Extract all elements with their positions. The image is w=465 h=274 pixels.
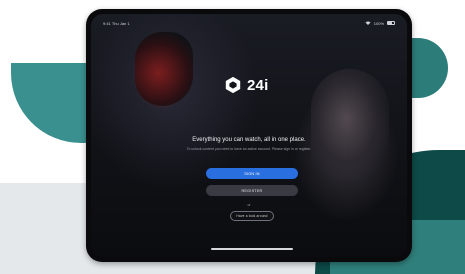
- or-separator: or: [247, 203, 251, 207]
- battery-percentage: 100%: [373, 20, 384, 26]
- welcome-subline: To unlock content you need to have an ac…: [186, 147, 312, 151]
- welcome-headline: Everything you can watch, all in one pla…: [192, 137, 306, 143]
- register-button[interactable]: REGISTER: [206, 185, 298, 196]
- hero-image-helmet-figure: [135, 32, 193, 106]
- status-bar: 9:41 Thu Jan 1 100%: [103, 19, 395, 27]
- brand-logo: 24i: [224, 76, 268, 94]
- hero-image-child-figure: [311, 69, 389, 179]
- status-indicators: 100%: [365, 21, 395, 26]
- brand-name: 24i: [247, 76, 269, 94]
- app-welcome-screen: 9:41 Thu Jan 1 100% 24i Everything you c…: [91, 14, 407, 257]
- brand-hexagon-icon: [225, 76, 241, 94]
- battery-icon: [387, 21, 395, 25]
- status-time: 9:41 Thu Jan 1: [103, 20, 130, 26]
- home-indicator[interactable]: [211, 248, 293, 250]
- browse-as-guest-button[interactable]: Have a look around: [230, 211, 274, 221]
- sign-in-button[interactable]: SIGN IN: [206, 168, 298, 179]
- tablet-device: 9:41 Thu Jan 1 100% 24i Everything you c…: [86, 9, 412, 262]
- wifi-icon: [365, 20, 371, 26]
